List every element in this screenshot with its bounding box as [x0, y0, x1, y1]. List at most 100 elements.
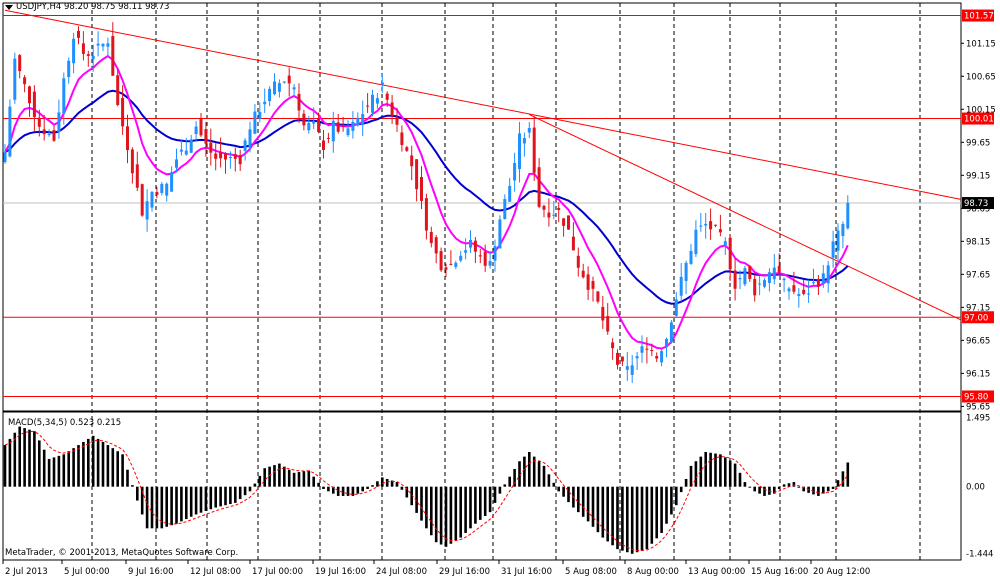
candle-body	[361, 114, 365, 126]
candle-body	[47, 134, 51, 136]
candlestick	[488, 251, 492, 269]
candle-body	[611, 342, 615, 349]
candlestick	[415, 159, 419, 202]
candle-body	[395, 117, 399, 125]
candlestick	[150, 191, 154, 212]
candlestick	[503, 194, 507, 220]
chart-window[interactable]: 101.15 100.65 100.15 99.65 99.15 98.65 98.15 97…	[0, 0, 1000, 578]
macd-histogram-bar	[704, 452, 707, 487]
macd-histogram-bar	[689, 465, 693, 487]
candle-body	[821, 273, 825, 284]
candle-body	[322, 140, 325, 150]
candle-body	[836, 230, 840, 251]
candlestick	[601, 295, 605, 329]
candlestick	[243, 138, 247, 161]
candlestick	[473, 237, 477, 263]
candle-body	[777, 266, 781, 273]
candle-body	[763, 280, 766, 287]
macd-histogram-bar	[719, 454, 722, 487]
macd-histogram-bar	[96, 438, 100, 487]
macd-histogram-bar	[425, 486, 428, 529]
candlestick	[233, 147, 237, 172]
candlestick	[238, 149, 242, 171]
candle-body	[792, 285, 796, 292]
candle-body	[287, 75, 291, 84]
candlestick	[160, 181, 164, 196]
candle-body	[42, 129, 46, 135]
macd-histogram-bar	[630, 486, 634, 554]
candle-body	[630, 365, 634, 375]
candle-body	[723, 241, 727, 246]
candlestick	[763, 278, 766, 289]
macd-label: MACD(5,34,5) 0.523 0.215	[8, 418, 122, 428]
candle-body	[77, 30, 80, 38]
macd-histogram-bar	[846, 462, 850, 487]
candlestick	[527, 122, 531, 139]
macd-histogram-bar	[23, 428, 26, 487]
macd-histogram-bar	[385, 478, 389, 487]
candle-body	[189, 139, 193, 153]
candlestick	[194, 121, 198, 142]
macd-histogram-bar	[194, 486, 198, 515]
level-price-label: 101.57	[964, 12, 994, 22]
candle-body	[238, 155, 242, 165]
chart-menu-icon[interactable]	[5, 5, 13, 10]
candle-body	[302, 113, 306, 126]
candlestick	[513, 152, 517, 192]
candle-body	[170, 172, 174, 192]
macd-histogram-bar	[616, 486, 619, 550]
candle-body	[390, 102, 394, 116]
candle-body	[596, 291, 600, 302]
candle-body	[606, 316, 610, 332]
macd-histogram-bar	[327, 486, 330, 492]
macd-histogram-bar	[537, 461, 541, 487]
macd-histogram-bar	[253, 483, 257, 487]
candlestick	[356, 112, 360, 127]
candlestick	[253, 104, 257, 135]
candlestick	[767, 268, 771, 292]
candle-body	[714, 224, 717, 226]
macd-histogram-bar	[684, 478, 688, 487]
price-axis-label: 95.65	[966, 402, 990, 412]
candlestick	[802, 279, 806, 296]
candlestick	[429, 226, 433, 248]
macd-histogram-bar	[248, 486, 252, 492]
candle-body	[199, 119, 203, 136]
candlestick	[101, 43, 105, 52]
candle-body	[767, 272, 771, 283]
candlestick	[140, 183, 144, 217]
macd-histogram-bar	[150, 486, 154, 529]
time-axis-label: 12 Jul 08:00	[190, 567, 241, 577]
candle-body	[689, 250, 693, 264]
candle-body	[694, 229, 698, 255]
macd-histogram-bar	[709, 452, 712, 487]
candlestick	[562, 218, 566, 237]
macd-histogram-bar	[621, 486, 624, 551]
candlestick	[302, 109, 306, 131]
candlestick	[322, 129, 325, 159]
macd-histogram-bar	[777, 486, 781, 490]
candle-body	[699, 225, 703, 227]
candlestick	[126, 114, 129, 164]
copyright-text: MetaTrader, © 2001-2013, MetaQuotes Soft…	[5, 548, 239, 558]
candle-body	[669, 322, 673, 343]
candlestick	[836, 223, 840, 263]
macd-histogram-bar	[111, 448, 115, 487]
macd-histogram-bar	[77, 445, 80, 487]
price-axis-label: 99.65	[966, 138, 990, 148]
macd-histogram-bar	[552, 482, 556, 487]
price-axis-label: 98.15	[966, 237, 990, 247]
macd-histogram-bar	[106, 445, 110, 487]
candle-body	[704, 223, 708, 226]
candle-body	[312, 121, 316, 124]
candlestick	[694, 220, 698, 257]
candlestick	[375, 93, 379, 109]
candlestick	[704, 213, 708, 239]
macd-histogram-bar	[287, 469, 291, 487]
candle-body	[233, 154, 237, 159]
macd-histogram-bar	[160, 486, 164, 529]
macd-histogram-bar	[219, 486, 222, 507]
macd-histogram-bar	[155, 486, 159, 529]
price-chart[interactable]: 101.15100.65100.1599.6599.1598.6598.1597…	[0, 0, 1000, 578]
candle-body	[268, 88, 272, 102]
